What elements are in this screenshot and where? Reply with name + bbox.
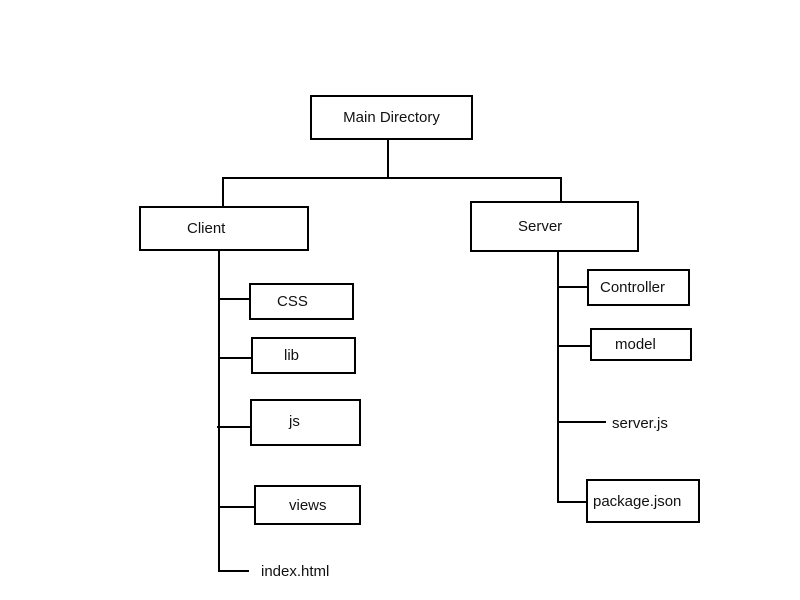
node-label: CSS (277, 293, 308, 310)
connector (558, 501, 588, 503)
connector (217, 426, 253, 428)
node-label: views (289, 496, 327, 514)
node-label: js (289, 413, 300, 430)
node-server-js: server.js (612, 415, 668, 432)
connector (558, 345, 591, 347)
node-label: lib (284, 347, 300, 364)
node-label: Client (187, 220, 226, 237)
node-label: Main Directory (343, 109, 440, 126)
node-server: Server (470, 201, 639, 252)
connector (557, 252, 559, 503)
connector (218, 506, 258, 508)
connector (560, 177, 562, 202)
connector (219, 298, 251, 300)
node-label: Server (518, 218, 563, 235)
connector (222, 177, 224, 207)
connector (387, 140, 389, 178)
node-controller: Controller (587, 269, 690, 306)
connector (558, 421, 606, 423)
node-label: model (615, 336, 656, 353)
node-label: Controller (600, 279, 666, 296)
node-js: js (250, 399, 361, 446)
node-package-json: package.json (586, 479, 700, 523)
node-main-directory: Main Directory (310, 95, 473, 140)
node-views: views (254, 485, 361, 525)
connector (558, 286, 588, 288)
node-css: CSS (249, 283, 354, 320)
node-client: Client (139, 206, 309, 251)
node-label: package.json (593, 492, 682, 510)
connector (218, 570, 249, 572)
connector (222, 177, 562, 179)
node-model: model (590, 328, 692, 361)
node-index-html: index.html (261, 563, 330, 580)
node-lib: lib (251, 337, 356, 374)
connector (219, 357, 253, 359)
